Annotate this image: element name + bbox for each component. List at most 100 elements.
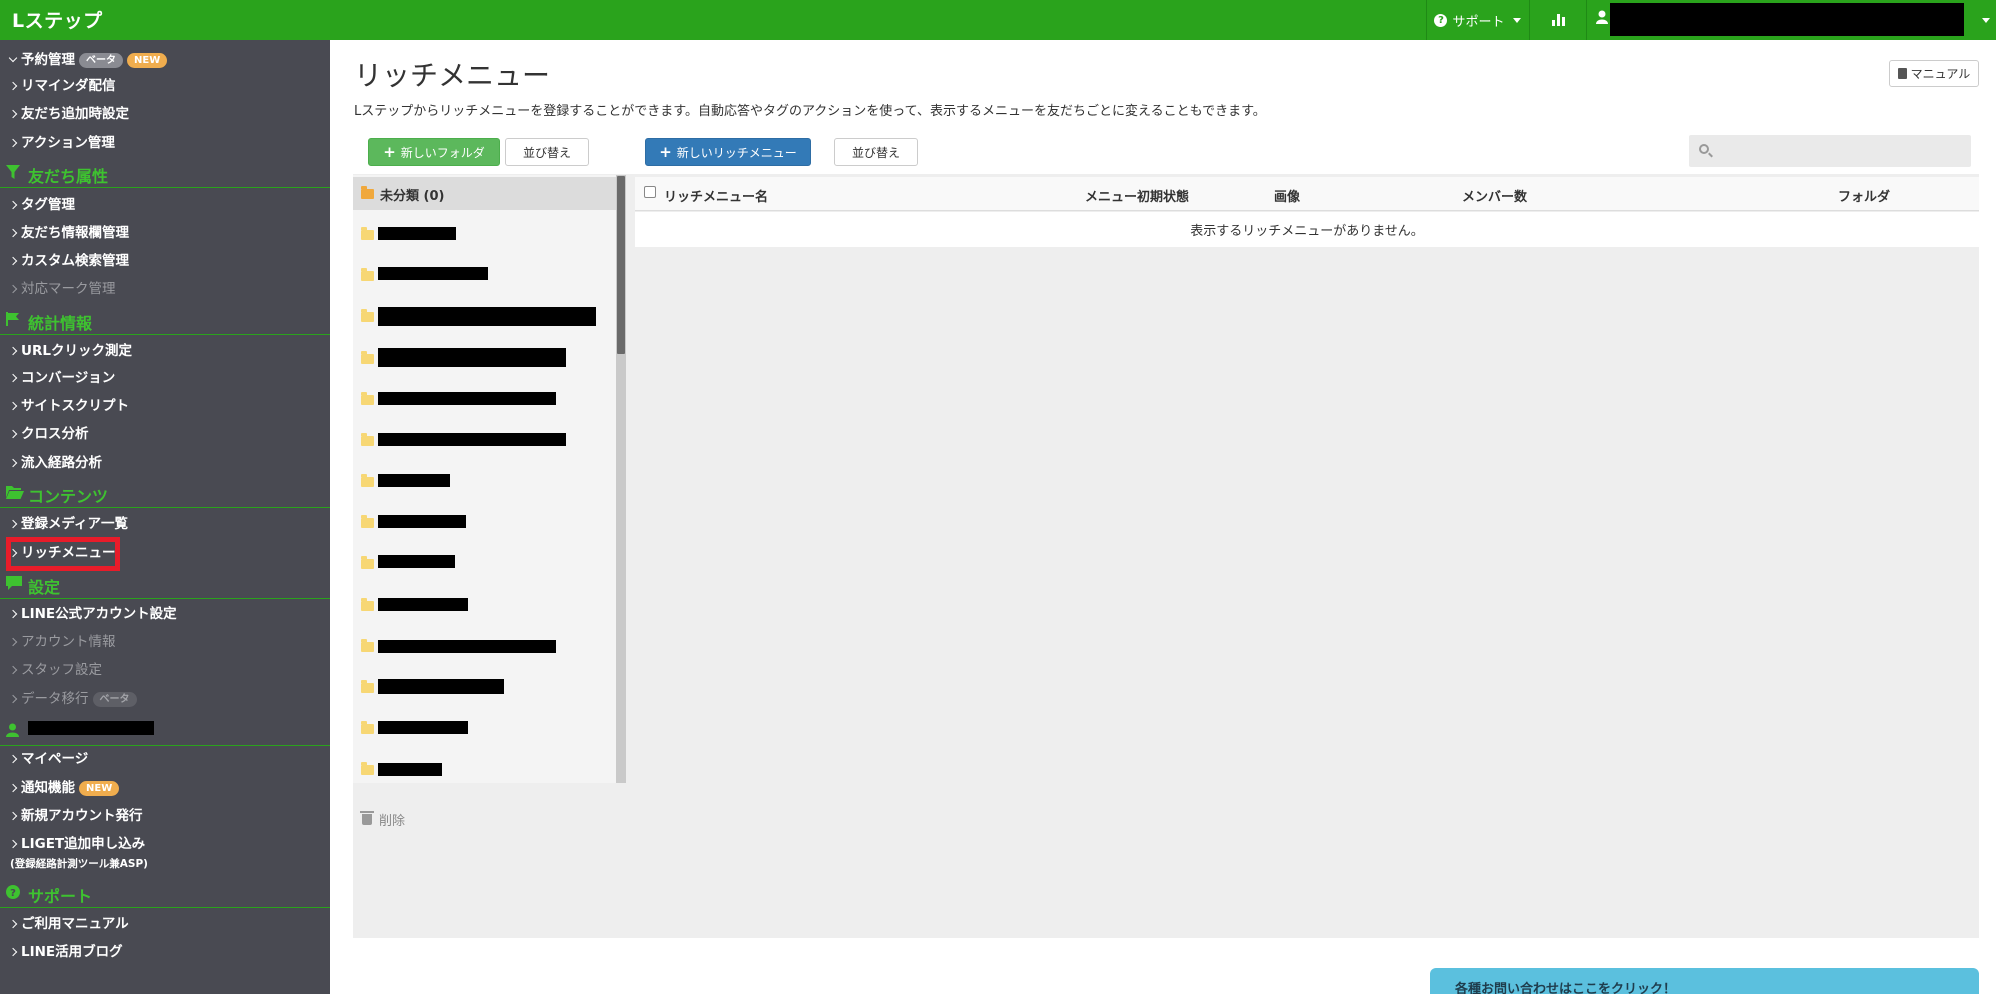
sidebar-item-liget[interactable]: LIGET追加申し込み	[8, 835, 146, 853]
sidebar-item-label: 通知機能	[21, 780, 75, 796]
bar-chart-icon	[1561, 17, 1565, 26]
search-input[interactable]	[1717, 140, 1965, 162]
support-label: サポート	[1452, 14, 1505, 30]
redacted-folder-name	[378, 555, 455, 568]
section-title: コンテンツ	[28, 487, 109, 506]
redacted-folder-name	[378, 267, 488, 280]
column-header-name[interactable]: リッチメニュー名	[664, 186, 768, 205]
sidebar-item-custom-search[interactable]: カスタム検索管理	[8, 252, 129, 270]
user-icon	[6, 723, 19, 737]
chevron-right-icon	[8, 519, 18, 529]
app-logo[interactable]: Lステップ	[12, 6, 103, 33]
sidebar-item-line-account[interactable]: LINE公式アカウント設定	[8, 605, 177, 623]
sort-richmenu-button[interactable]: 並び替え	[834, 138, 918, 166]
active-item-highlight	[6, 537, 120, 571]
chevron-right-icon	[8, 609, 18, 619]
sidebar-item-staff[interactable]: スタッフ設定	[8, 661, 102, 679]
folder-icon	[361, 639, 374, 652]
sidebar-item-mypage[interactable]: マイページ	[8, 750, 89, 768]
sidebar-section-friend-attr: 友だち属性	[0, 158, 330, 188]
sidebar-item-label: 予約管理	[21, 52, 75, 68]
sidebar-item-url-click[interactable]: URLクリック測定	[8, 342, 132, 360]
chevron-right-icon	[8, 665, 18, 675]
sidebar-item-inflow[interactable]: 流入経路分析	[8, 454, 102, 472]
delete-button[interactable]: 削除	[360, 810, 405, 829]
sidebar-item-tag[interactable]: タグ管理	[8, 196, 75, 214]
sidebar-item-media[interactable]: 登録メディア一覧	[8, 515, 128, 533]
liget-note: (登録経路計測ツール兼ASP)	[10, 858, 148, 870]
richmenu-table-header: リッチメニュー名 メニュー初期状態 画像 メンバー数 フォルダ	[635, 177, 1979, 211]
beta-badge: ベータ	[79, 53, 123, 68]
sort-folder-button[interactable]: 並び替え	[505, 138, 589, 166]
folder-icon	[361, 762, 374, 775]
sidebar-item-mark[interactable]: 対応マーク管理	[8, 280, 116, 298]
chevron-down-icon	[8, 53, 18, 63]
caret-down-icon	[1512, 17, 1521, 23]
question-circle-icon: ?	[1434, 13, 1448, 27]
folder-icon	[361, 433, 374, 446]
sidebar-item-reminder[interactable]: リマインダ配信	[8, 77, 116, 95]
column-header-image[interactable]: 画像	[1274, 186, 1300, 205]
sidebar-item-label: マイページ	[21, 751, 89, 767]
folder-icon	[361, 721, 374, 734]
sidebar-item-label: LINE活用ブログ	[21, 944, 123, 960]
sidebar-item-site-script[interactable]: サイトスクリプト	[8, 397, 129, 415]
sidebar-item-notification[interactable]: 通知機能 NEW	[8, 779, 120, 797]
redacted-folder-name	[378, 474, 450, 487]
redacted-folder-name	[378, 515, 466, 528]
sidebar-item-cross[interactable]: クロス分析	[8, 425, 89, 443]
search-icon	[1699, 144, 1709, 154]
new-richmenu-button[interactable]: + 新しいリッチメニュー	[645, 138, 811, 166]
contact-tab[interactable]: 各種お問い合わせはここをクリック！	[1430, 968, 1979, 994]
sidebar-item-label: アカウント情報	[21, 634, 116, 650]
support-dropdown[interactable]: ? サポート	[1426, 0, 1529, 40]
folder-icon	[361, 515, 374, 528]
select-all-checkbox[interactable]	[644, 186, 656, 198]
redacted-user-name	[28, 721, 154, 735]
new-folder-label: 新しいフォルダ	[400, 145, 485, 160]
sidebar-item-conversion[interactable]: コンバージョン	[8, 369, 116, 387]
sidebar-item-label: コンバージョン	[21, 370, 116, 386]
sidebar-item-reservation[interactable]: 予約管理 ベータ NEW	[8, 51, 168, 69]
folder-item-uncategorized[interactable]: 未分類 (0)	[353, 177, 616, 210]
column-header-initial-state[interactable]: メニュー初期状態	[1085, 186, 1189, 205]
sidebar-item-friend-info[interactable]: 友だち情報欄管理	[8, 224, 129, 242]
chevron-right-icon	[8, 694, 18, 704]
folder-icon	[361, 598, 374, 611]
new-folder-button[interactable]: + 新しいフォルダ	[368, 138, 500, 166]
sidebar-item-label: URLクリック測定	[21, 343, 132, 359]
beta-badge: ベータ	[92, 692, 137, 707]
manual-button[interactable]: マニュアル	[1889, 60, 1979, 87]
sidebar-item-label: データ移行	[21, 691, 89, 707]
redacted-folder-name	[378, 307, 596, 326]
svg-text:?: ?	[10, 888, 16, 899]
sidebar-item-action[interactable]: アクション管理	[8, 134, 115, 152]
chevron-right-icon	[8, 228, 18, 238]
chevron-right-icon	[8, 839, 18, 849]
column-header-members[interactable]: メンバー数	[1462, 186, 1527, 205]
sidebar-item-manual[interactable]: ご利用マニュアル	[8, 915, 129, 933]
column-header-folder[interactable]: フォルダ	[1838, 186, 1890, 205]
plus-icon: +	[383, 143, 396, 161]
new-badge: NEW	[79, 781, 120, 796]
chevron-right-icon	[8, 284, 18, 294]
sidebar-item-data-migration[interactable]: データ移行 ベータ	[8, 690, 137, 708]
chevron-right-icon	[8, 256, 18, 266]
chevron-right-icon	[8, 200, 18, 210]
redacted-folder-name	[378, 763, 442, 776]
folder-open-icon	[361, 186, 374, 199]
redacted-folder-name	[378, 598, 468, 611]
search-box	[1689, 135, 1971, 167]
sidebar-item-new-account[interactable]: 新規アカウント発行	[8, 807, 143, 825]
sidebar-item-label: LIGET追加申し込み	[21, 836, 146, 852]
sidebar-item-blog[interactable]: LINE活用ブログ	[8, 943, 123, 961]
sidebar-item-friend-add[interactable]: 友だち追加時設定	[8, 105, 129, 123]
folder-scrollbar-thumb[interactable]	[617, 176, 625, 354]
folder-icon	[361, 351, 374, 364]
user-account-dropdown[interactable]	[1590, 0, 1996, 40]
sidebar-item-account-info[interactable]: アカウント情報	[8, 633, 116, 651]
redacted-folder-name	[378, 679, 504, 694]
sidebar-item-label: 対応マーク管理	[21, 281, 116, 297]
stats-button[interactable]	[1543, 0, 1573, 40]
chevron-right-icon	[8, 947, 18, 957]
